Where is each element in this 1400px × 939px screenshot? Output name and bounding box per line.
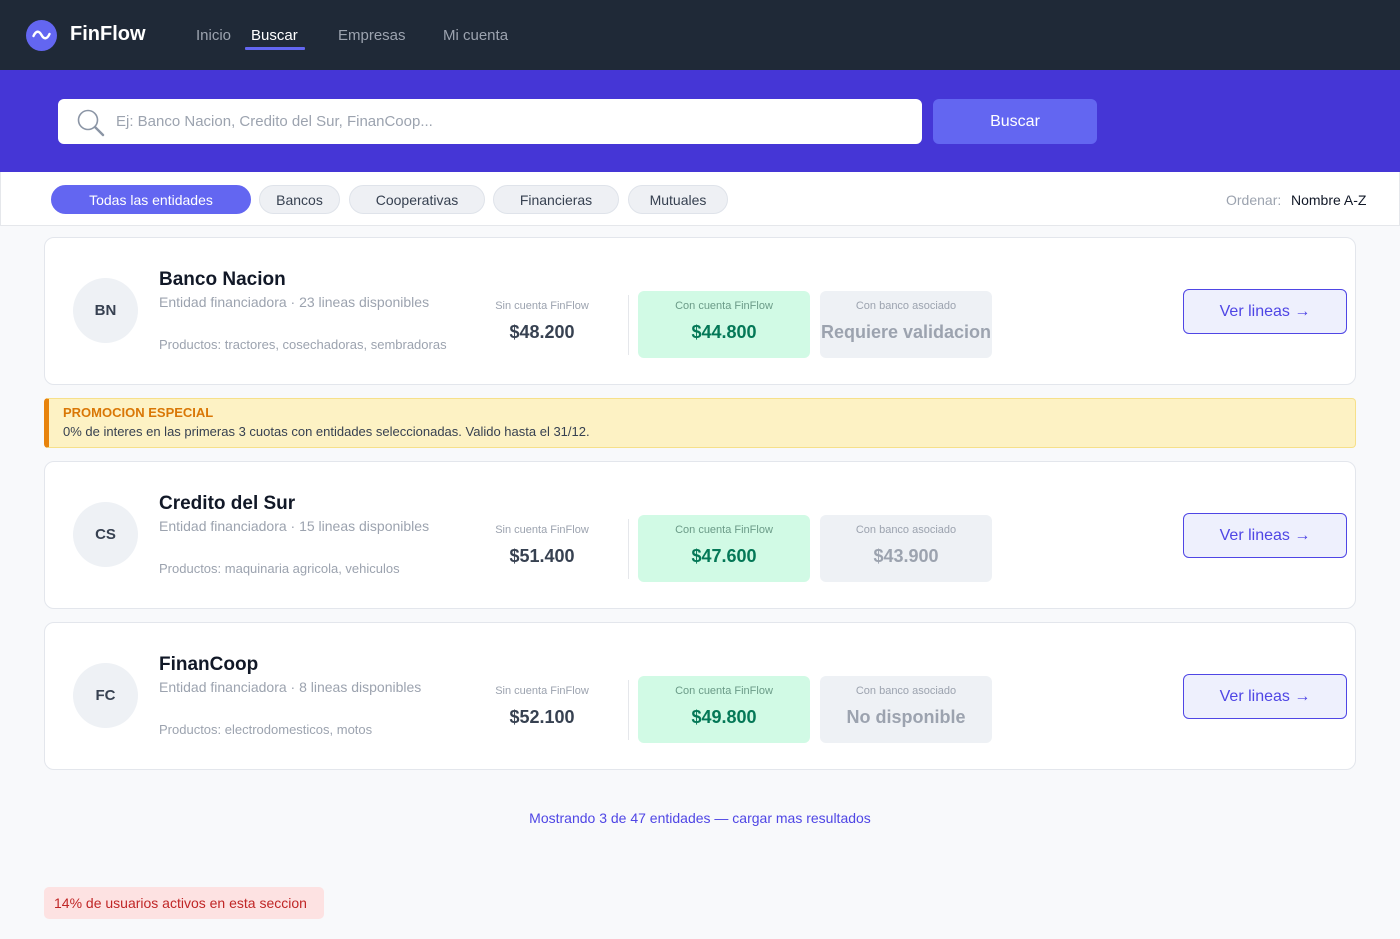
price-divider [628, 519, 629, 579]
entity-subtitle: Entidad financiadora · 23 lineas disponi… [159, 294, 430, 310]
filter-bar: Todas las entidades Bancos Cooperativas … [0, 172, 1400, 226]
price-value: $48.200 [509, 322, 575, 342]
promo-title: PROMOCION ESPECIAL [63, 405, 214, 420]
sort-label: Ordenar: [1226, 192, 1282, 208]
entity-name: Credito del Sur [159, 493, 296, 514]
entity-products: Productos: electrodomesticos, motos [159, 722, 373, 737]
price-value: $49.800 [691, 707, 757, 727]
price-label: Sin cuenta FinFlow [495, 524, 589, 536]
price-with-account: Con cuenta FinFlow $49.800 [638, 676, 810, 743]
view-lines-button[interactable]: Ver lineas → [1183, 513, 1347, 558]
nav-item-empresas[interactable]: Empresas [338, 27, 406, 44]
price-value: $47.600 [691, 546, 757, 566]
price-with-account: Con cuenta FinFlow $47.600 [638, 515, 810, 582]
entity-products: Productos: maquinaria agricola, vehiculo… [159, 561, 400, 576]
entity-subtitle: Entidad financiadora · 15 lineas disponi… [159, 518, 430, 534]
price-label: Con cuenta FinFlow [675, 685, 773, 697]
price-no-account: Sin cuenta FinFlow $51.400 [456, 515, 628, 582]
price-label: Con banco asociado [855, 300, 957, 312]
price-label: Sin cuenta FinFlow [495, 685, 589, 697]
sort-select[interactable]: Nombre A-Z [1291, 192, 1366, 208]
active-nav-indicator [245, 47, 305, 50]
entity-products: Productos: tractores, cosechadoras, semb… [159, 337, 447, 352]
avatar: FC [73, 663, 138, 728]
price-no-account: Sin cuenta FinFlow $48.200 [456, 291, 628, 358]
price-label: Con cuenta FinFlow [675, 300, 773, 312]
nav-item-buscar[interactable]: Buscar [251, 27, 298, 44]
nav-item-inicio[interactable]: Inicio [196, 27, 231, 44]
price-with-bank: Con banco asociado No disponible [820, 676, 992, 743]
filter-chip-mutuales[interactable]: Mutuales [628, 185, 728, 214]
search-box [58, 99, 922, 144]
promo-text: 0% de interes en las primeras 3 cuotas c… [63, 424, 590, 439]
nav-item-mi-cuenta[interactable]: Mi cuenta [443, 27, 508, 44]
top-navbar: FinFlow Inicio Buscar Empresas Mi cuenta [0, 0, 1400, 70]
filter-chip-cooperativas[interactable]: Cooperativas [349, 185, 485, 214]
view-lines-button[interactable]: Ver lineas → [1183, 674, 1347, 719]
price-value: $51.400 [509, 546, 575, 566]
price-with-bank: Con banco asociado Requiere validacion [820, 291, 992, 358]
entity-subtitle: Entidad financiadora · 8 lineas disponib… [159, 679, 422, 695]
logo-icon[interactable] [26, 20, 57, 51]
search-icon [76, 109, 106, 142]
price-with-bank: Con banco asociado $43.900 [820, 515, 992, 582]
price-label: Con banco asociado [855, 524, 957, 536]
filter-chip-todas[interactable]: Todas las entidades [51, 185, 251, 214]
filter-chip-financieras[interactable]: Financieras [493, 185, 619, 214]
entity-name: FinanCoop [159, 654, 259, 675]
price-divider [628, 680, 629, 740]
search-button[interactable]: Buscar [933, 99, 1097, 144]
price-label: Sin cuenta FinFlow [495, 300, 589, 312]
search-banner: Buscar [0, 70, 1400, 172]
price-value: $44.800 [691, 322, 757, 342]
price-label: Con banco asociado [855, 685, 957, 697]
price-divider [628, 295, 629, 355]
price-with-account: Con cuenta FinFlow $44.800 [638, 291, 810, 358]
filter-chip-bancos[interactable]: Bancos [259, 185, 340, 214]
price-value: No disponible [846, 707, 966, 727]
price-value: $52.100 [509, 707, 575, 727]
load-more-link[interactable]: Mostrando 3 de 47 entidades — cargar mas… [0, 810, 1400, 826]
entity-card: FC FinanCoop Entidad financiadora · 8 li… [44, 622, 1356, 770]
entity-name: Banco Nacion [159, 269, 286, 290]
promo-banner: PROMOCION ESPECIAL 0% de interes en las … [44, 398, 1356, 448]
active-users-badge: 14% de usuarios activos en esta seccion [44, 887, 324, 919]
entity-card: BN Banco Nacion Entidad financiadora · 2… [44, 237, 1356, 385]
avatar: CS [73, 502, 138, 567]
search-input[interactable] [116, 99, 906, 144]
avatar: BN [73, 278, 138, 343]
price-label: Con cuenta FinFlow [675, 524, 773, 536]
brand-name[interactable]: FinFlow [70, 23, 146, 46]
price-value: $43.900 [873, 546, 939, 566]
price-value: Requiere validacion [820, 322, 992, 342]
price-no-account: Sin cuenta FinFlow $52.100 [456, 676, 628, 743]
entity-card: CS Credito del Sur Entidad financiadora … [44, 461, 1356, 609]
view-lines-button[interactable]: Ver lineas → [1183, 289, 1347, 334]
